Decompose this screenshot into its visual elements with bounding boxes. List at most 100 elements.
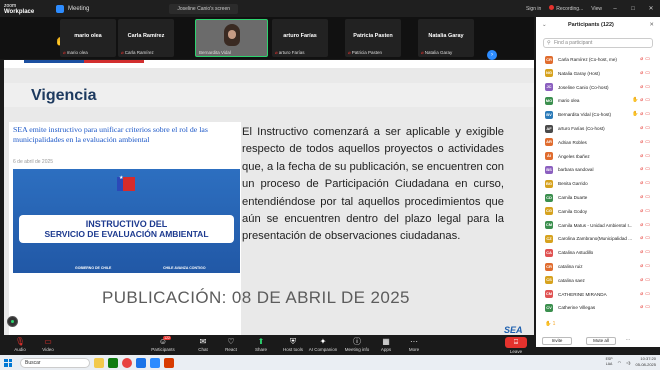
screen-share-tab[interactable]: Joseline Canio's screen — [169, 3, 239, 14]
taskbar-search-input[interactable]: Buscar — [20, 357, 90, 368]
participant-name: Carla Ramírez (Co-host, me) — [558, 57, 617, 62]
participant-status-icons: ⌀▭ — [640, 139, 652, 145]
participant-row[interactable]: CR Carla Ramírez (Co-host, me) ⌀▭ — [536, 53, 660, 66]
leave-button[interactable]: ⍈ — [505, 337, 527, 348]
participant-avatar: AR — [545, 138, 553, 147]
participant-row[interactable]: BS barbara sandoval ⌀▭ — [536, 163, 660, 176]
participant-row[interactable]: BV Bernardita Vidal (Co-host) ✋⌀▭ — [536, 108, 660, 121]
video-tile[interactable]: Patricia Pasten ⌀Patricia Pasten — [345, 19, 401, 57]
reaction-icon[interactable] — [7, 316, 18, 327]
participant-row[interactable]: CS catalina saez ⌀▭ — [536, 274, 660, 287]
participant-status-icons: ✋⌀▭ — [632, 97, 652, 103]
participant-row[interactable]: JC Joseline Canio (Co-host) ⌀▭ — [536, 81, 660, 94]
participant-avatar: ÁI — [545, 152, 553, 161]
panel-footer: Invite Mute all ··· — [536, 335, 660, 347]
image-banner: INSTRUCTIVO DEL SERVICIO DE EVALUACIÓN A… — [19, 215, 234, 243]
video-tile[interactable]: Natalia Garay ⌀Natalia Garay — [418, 19, 474, 57]
view-button[interactable]: View — [591, 6, 602, 12]
active-speaker-tile[interactable]: Bernardita Vidal — [195, 19, 268, 57]
participant-status-icons: ⌀▭ — [640, 291, 652, 297]
participant-name: Camila Matus - Unidad Ambiental I... — [558, 222, 632, 228]
participant-row[interactable]: CZ Carolina Zambrano(Municipalidad ... ⌀▭ — [536, 232, 660, 245]
share-button[interactable]: ⬆ Share — [243, 336, 279, 352]
participant-row[interactable]: CR catalina ruiz ⌀▭ — [536, 260, 660, 273]
participant-name: barbara sandoval — [558, 167, 594, 173]
ai-companion-button[interactable]: ✦ AI Companion — [305, 336, 341, 352]
participant-avatar: CZ — [545, 234, 553, 243]
camera-off-icon: ▭ — [645, 69, 652, 76]
video-button[interactable]: ▭ Video — [30, 336, 66, 352]
volume-icon[interactable]: ◁) — [626, 360, 630, 365]
participant-row[interactable]: AF arturo Farías (Co-host) ⌀▭ — [536, 122, 660, 135]
camera-off-icon: ▭ — [645, 276, 652, 283]
language-indicator[interactable]: ESP LAA — [606, 357, 613, 367]
participant-row[interactable]: BG Benita Garrido ⌀▭ — [536, 177, 660, 190]
camera-off-icon: ▭ — [645, 138, 652, 145]
camera-off-icon: ▭ — [645, 111, 652, 118]
video-tile[interactable]: Carla Ramírez ⌀Carla Ramírez — [118, 19, 174, 57]
raised-hand-icon: ✋ — [632, 111, 641, 118]
maximize-icon[interactable]: □ — [628, 6, 638, 12]
participant-name: Adrian Robles — [558, 139, 587, 145]
participant-avatar: AF — [545, 124, 553, 133]
mic-muted-icon: ⌀ — [421, 50, 424, 55]
popout-icon[interactable]: ⌄ — [542, 17, 547, 33]
zoom-icon[interactable] — [150, 357, 160, 368]
office-icon[interactable] — [164, 357, 174, 368]
edge-icon[interactable] — [136, 357, 146, 368]
participants-button[interactable]: ☺ Participants 122 — [145, 336, 181, 352]
signin-link[interactable]: Sign in — [526, 6, 541, 12]
slide-heading: Vigencia — [31, 87, 97, 104]
participant-row[interactable]: CG Camila Godoy ⌀▭ — [536, 205, 660, 218]
participant-avatar: CM — [545, 290, 553, 299]
participant-status-icons: ⌀▭ — [640, 263, 652, 269]
participant-status-icons: ⌀▭ — [640, 194, 652, 200]
minimize-icon[interactable]: – — [610, 6, 620, 12]
more-button[interactable]: ··· More — [396, 336, 432, 352]
participant-status-icons: ⌀▭ — [640, 70, 652, 76]
file-explorer-icon[interactable] — [94, 357, 104, 368]
slide-top-band — [4, 60, 534, 68]
windows-start-icon[interactable] — [4, 358, 12, 367]
participant-row[interactable]: CV Catherine Villegas ⌀▭ — [536, 301, 660, 314]
participant-avatar: CD — [545, 193, 553, 202]
participant-row[interactable]: CM CATHERINE MIRANDA ⌀▭ — [536, 288, 660, 301]
video-tile[interactable]: arturo Farías ⌀arturo Farías — [272, 19, 328, 57]
participant-row[interactable]: NG Natalia Garay (Host) ⌀▭ — [536, 67, 660, 80]
participant-status-icons: ⌀▭ — [640, 56, 652, 62]
leave-icon: ⍈ — [513, 339, 519, 346]
participants-panel: ⌄ Participants (122) ✕ ⚲ Find a particip… — [536, 17, 660, 347]
participant-avatar: CV — [545, 303, 553, 312]
camera-off-icon: ▭ — [645, 152, 652, 159]
mute-all-button[interactable]: Mute all — [586, 337, 616, 345]
participant-avatar: BV — [545, 110, 553, 119]
chrome-icon[interactable] — [122, 357, 132, 368]
participant-row[interactable]: AR Adrian Robles ⌀▭ — [536, 136, 660, 149]
participant-row[interactable]: ÁI Ángeles Ibañez ⌀▭ — [536, 150, 660, 163]
tile-label: ⌀Carla Ramírez — [121, 50, 154, 55]
wifi-icon[interactable]: ◠ — [618, 360, 622, 365]
participant-name: Joseline Canio (Co-host) — [558, 84, 609, 90]
participant-row[interactable]: CA Catalina Astudillo ⌀▭ — [536, 246, 660, 259]
participant-status-icons: ⌀▭ — [640, 208, 652, 214]
participant-row[interactable]: CM Camila Matus - Unidad Ambiental I... ⌀▭ — [536, 219, 660, 232]
participant-status-icons: ⌀▭ — [640, 84, 652, 90]
recording-indicator[interactable]: Recording... — [549, 5, 583, 12]
participant-status-icons: ⌀▭ — [640, 304, 652, 310]
participant-search-input[interactable]: ⚲ Find a participant — [543, 38, 653, 48]
camera-off-icon: ▭ — [645, 290, 652, 297]
close-panel-icon[interactable]: ✕ — [649, 17, 654, 33]
invite-button[interactable]: Invite — [542, 337, 572, 345]
clock[interactable]: 10:37:20 05-08-2025 — [636, 356, 656, 368]
participant-name: Bernardita Vidal (Co-host) — [558, 112, 612, 118]
close-icon[interactable]: ✕ — [646, 5, 656, 12]
participant-avatar: CA — [545, 248, 553, 257]
image-footer: GOBIERNO DE CHILE CHILE AVANZA CONTIGO — [75, 266, 206, 270]
video-tile[interactable]: mario olea ⌀mario olea — [60, 19, 116, 57]
participant-row[interactable]: MO mario olea ✋⌀▭ — [536, 94, 660, 107]
reaction-count: ✋ 1 — [545, 321, 556, 327]
more-options-button[interactable]: ··· — [622, 337, 634, 345]
app-icon[interactable] — [108, 357, 118, 368]
next-page-icon[interactable]: › — [487, 50, 497, 60]
participant-row[interactable]: CD Camila Duarte ⌀▭ — [536, 191, 660, 204]
